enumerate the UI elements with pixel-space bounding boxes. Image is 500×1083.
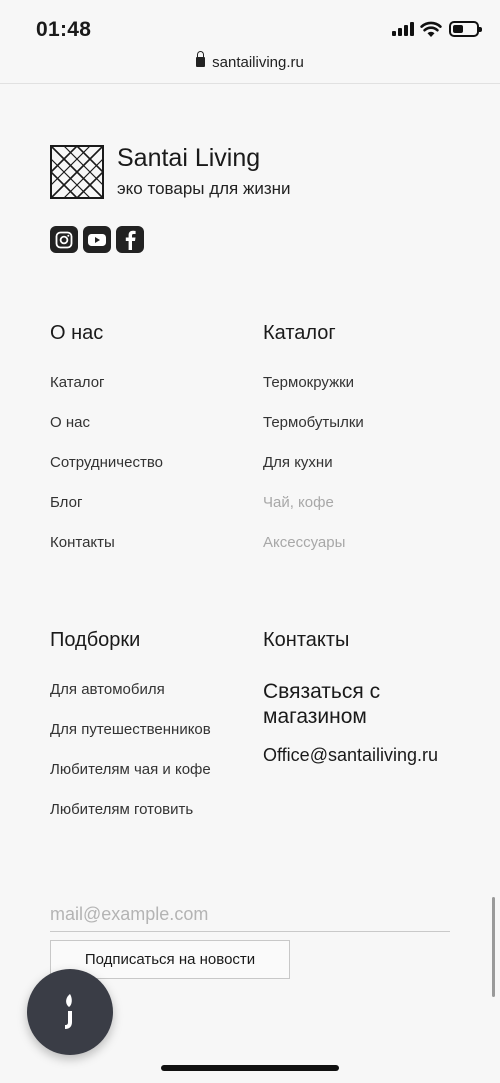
jivo-chat-icon: [65, 994, 72, 1029]
url-text: santailiving.ru: [212, 54, 304, 71]
santai-logo[interactable]: [50, 145, 104, 199]
facebook-icon[interactable]: [116, 226, 144, 253]
collections-link-tea-coffee-lovers[interactable]: Любителям чая и кофе: [50, 761, 211, 778]
wifi-icon: [420, 21, 442, 37]
catalog-link-thermomugs[interactable]: Термокружки: [263, 374, 354, 391]
page-scrollbar[interactable]: [492, 897, 495, 997]
about-link-about[interactable]: О нас: [50, 414, 90, 431]
status-time: 01:48: [36, 18, 92, 41]
collections-link-cooking-lovers[interactable]: Любителям готовить: [50, 801, 193, 818]
brand-name: Santai Living: [117, 144, 261, 172]
youtube-icon[interactable]: [83, 226, 111, 253]
browser-url-bar[interactable]: santailiving.ru: [0, 51, 500, 84]
contacts-title: Контакты: [263, 629, 350, 651]
catalog-link-thermobottles[interactable]: Термобутылки: [263, 414, 364, 431]
contact-email-link[interactable]: Office@santailiving.ru: [263, 745, 438, 766]
home-indicator: [161, 1065, 339, 1071]
url-display[interactable]: santailiving.ru: [0, 51, 500, 71]
collections-link-car[interactable]: Для автомобиля: [50, 681, 165, 698]
instagram-icon[interactable]: [50, 226, 78, 253]
brand-tagline: эко товары для жизни: [117, 179, 291, 198]
collections-link-travelers[interactable]: Для путешественников: [50, 721, 211, 738]
about-link-catalog[interactable]: Каталог: [50, 374, 105, 391]
chat-widget-button[interactable]: [27, 969, 113, 1055]
battery-icon: [449, 21, 482, 37]
about-link-contacts[interactable]: Контакты: [50, 534, 115, 551]
catalog-title: Каталог: [263, 322, 336, 344]
catalog-link-tea-coffee[interactable]: Чай, кофе: [263, 494, 334, 511]
status-bar: 01:48: [0, 0, 500, 52]
catalog-link-kitchen[interactable]: Для кухни: [263, 454, 333, 471]
about-link-partnership[interactable]: Сотрудничество: [50, 454, 163, 471]
lock-icon: [196, 51, 206, 67]
contact-store-heading: Связаться с магазином: [263, 680, 381, 728]
about-title: О нас: [50, 322, 104, 344]
about-link-blog[interactable]: Блог: [50, 494, 82, 511]
collections-title: Подборки: [50, 629, 141, 651]
catalog-link-accessories[interactable]: Аксессуары: [263, 534, 345, 551]
newsletter-email-input[interactable]: [50, 898, 450, 932]
cellular-signal-icon: [392, 22, 414, 36]
